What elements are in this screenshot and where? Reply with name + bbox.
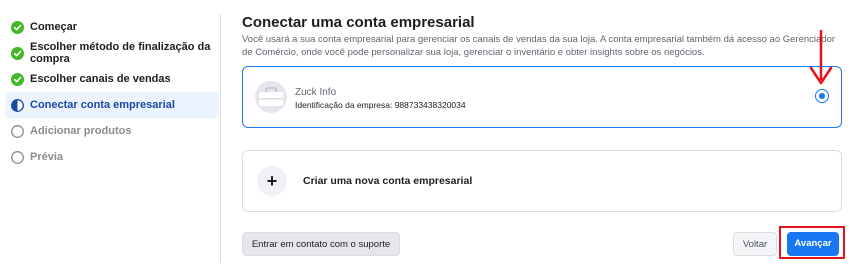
business-name: Zuck Info bbox=[295, 87, 337, 98]
page-title: Conectar uma conta empresarial bbox=[242, 14, 475, 31]
half-circle-icon bbox=[11, 98, 24, 112]
step-escolher-canais[interactable]: Escolher canais de vendas bbox=[0, 66, 220, 92]
vertical-divider bbox=[220, 14, 221, 262]
step-label: Começar bbox=[30, 21, 78, 33]
step-adicionar-produtos[interactable]: Adicionar produtos bbox=[0, 118, 220, 144]
business-account-card[interactable]: Zuck Info Identificação da empresa: 9887… bbox=[242, 66, 842, 128]
annotation-highlight-box bbox=[779, 226, 845, 259]
check-circle-icon bbox=[11, 20, 24, 34]
business-radio-button[interactable] bbox=[815, 89, 829, 103]
business-id: Identificação da empresa: 98873343832003… bbox=[295, 100, 466, 110]
step-comecar[interactable]: Começar bbox=[0, 14, 220, 40]
step-label: Conectar conta empresarial bbox=[30, 99, 175, 111]
annotation-arrow-icon bbox=[809, 30, 833, 85]
empty-circle-icon bbox=[11, 124, 24, 138]
step-conectar-conta[interactable]: Conectar conta empresarial bbox=[5, 92, 219, 118]
step-label: Prévia bbox=[30, 151, 64, 163]
step-previa[interactable]: Prévia bbox=[0, 144, 220, 170]
empty-circle-icon bbox=[11, 150, 24, 164]
step-label: Adicionar produtos bbox=[30, 125, 132, 137]
briefcase-icon bbox=[255, 81, 287, 113]
step-label: Escolher canais de vendas bbox=[30, 73, 171, 85]
contact-support-button[interactable]: Entrar em contato com o suporte bbox=[242, 232, 400, 256]
create-business-card[interactable]: + Criar uma nova conta empresarial bbox=[242, 150, 842, 212]
step-escolher-metodo[interactable]: Escolher método de finalização da compra bbox=[0, 40, 220, 66]
check-circle-icon bbox=[11, 72, 24, 86]
page-description: Você usará a sua conta empresarial para … bbox=[242, 34, 836, 58]
back-button[interactable]: Voltar bbox=[733, 232, 777, 256]
plus-icon: + bbox=[257, 166, 287, 196]
check-circle-icon bbox=[11, 46, 24, 60]
create-business-label: Criar uma nova conta empresarial bbox=[303, 175, 473, 187]
step-label: Escolher método de finalização da compra bbox=[30, 41, 211, 65]
steps-sidebar: Começar Escolher método de finalização d… bbox=[0, 14, 220, 170]
setup-page: Começar Escolher método de finalização d… bbox=[0, 0, 854, 274]
